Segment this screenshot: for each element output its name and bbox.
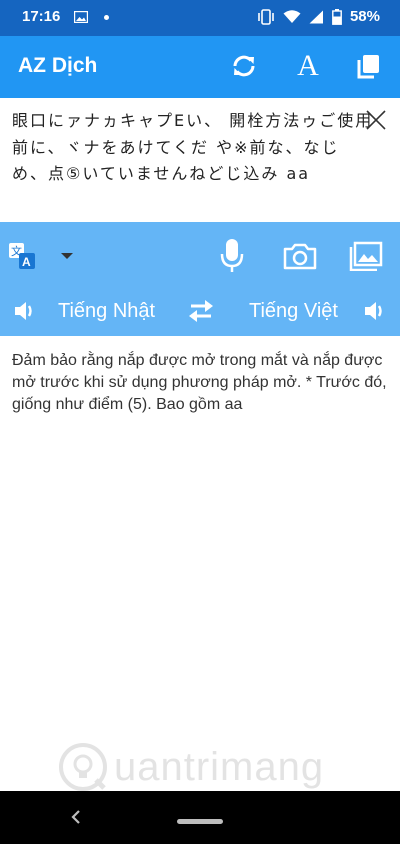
- dropdown-icon[interactable]: [58, 250, 76, 262]
- svg-text:A: A: [22, 255, 31, 269]
- speaker-target-icon[interactable]: [362, 298, 388, 324]
- wifi-icon: [283, 9, 301, 23]
- copy-icon[interactable]: [354, 51, 384, 81]
- lightbulb-logo-icon: [59, 743, 107, 791]
- source-text[interactable]: 眼口にァナヵキャプEい、 開栓方法ゥご使用前に、ヾナをあけてくだ や※前な、なじ…: [12, 108, 374, 188]
- battery-icon: [332, 8, 342, 25]
- camera-icon[interactable]: [282, 240, 318, 272]
- source-text-area[interactable]: 眼口にァナヵキャプEい、 開栓方法ゥご使用前に、ヾナをあけてくだ や※前な、なじ…: [0, 98, 400, 222]
- clear-icon[interactable]: [364, 108, 388, 132]
- status-time: 17:16: [22, 8, 61, 25]
- app-title: AZ Dịch: [18, 54, 98, 77]
- image-icon: [74, 11, 88, 23]
- refresh-icon[interactable]: [229, 51, 259, 81]
- home-pill[interactable]: [177, 819, 223, 824]
- status-right: 58%: [257, 8, 380, 25]
- language-bar: Tiếng Nhật Tiếng Việt: [0, 288, 400, 336]
- speaker-source-icon[interactable]: [12, 298, 38, 324]
- result-text[interactable]: Đảm bảo rằng nắp được mở trong mắt và nắ…: [12, 350, 388, 416]
- microphone-icon[interactable]: [218, 238, 246, 274]
- vibrate-icon: [258, 8, 274, 25]
- font-icon[interactable]: A: [293, 51, 323, 81]
- dot-icon: [104, 15, 109, 20]
- font-icon-glyph: A: [297, 49, 319, 82]
- result-area: Đảm bảo rằng nắp được mở trong mắt và nắ…: [0, 336, 400, 791]
- back-icon[interactable]: [70, 809, 82, 825]
- signal-icon: [309, 10, 323, 23]
- app-bar: AZ Dịch A: [0, 36, 400, 98]
- swap-languages-icon[interactable]: [186, 298, 216, 324]
- watermark-text: uantrimang: [114, 744, 325, 789]
- watermark: uantrimang: [58, 742, 324, 792]
- target-language[interactable]: Tiếng Việt: [249, 300, 338, 323]
- toolbar: 文 A Tiếng Nhật Tiếng Việt: [0, 222, 400, 336]
- translate-icon[interactable]: 文 A: [8, 242, 36, 270]
- navigation-bar: [0, 791, 400, 844]
- toolbar-actions: 文 A: [0, 222, 400, 288]
- battery-percent: 58%: [349, 8, 380, 25]
- source-language[interactable]: Tiếng Nhật: [58, 300, 155, 323]
- status-bar: 17:16 58%: [0, 0, 400, 36]
- gallery-icon[interactable]: [348, 240, 384, 272]
